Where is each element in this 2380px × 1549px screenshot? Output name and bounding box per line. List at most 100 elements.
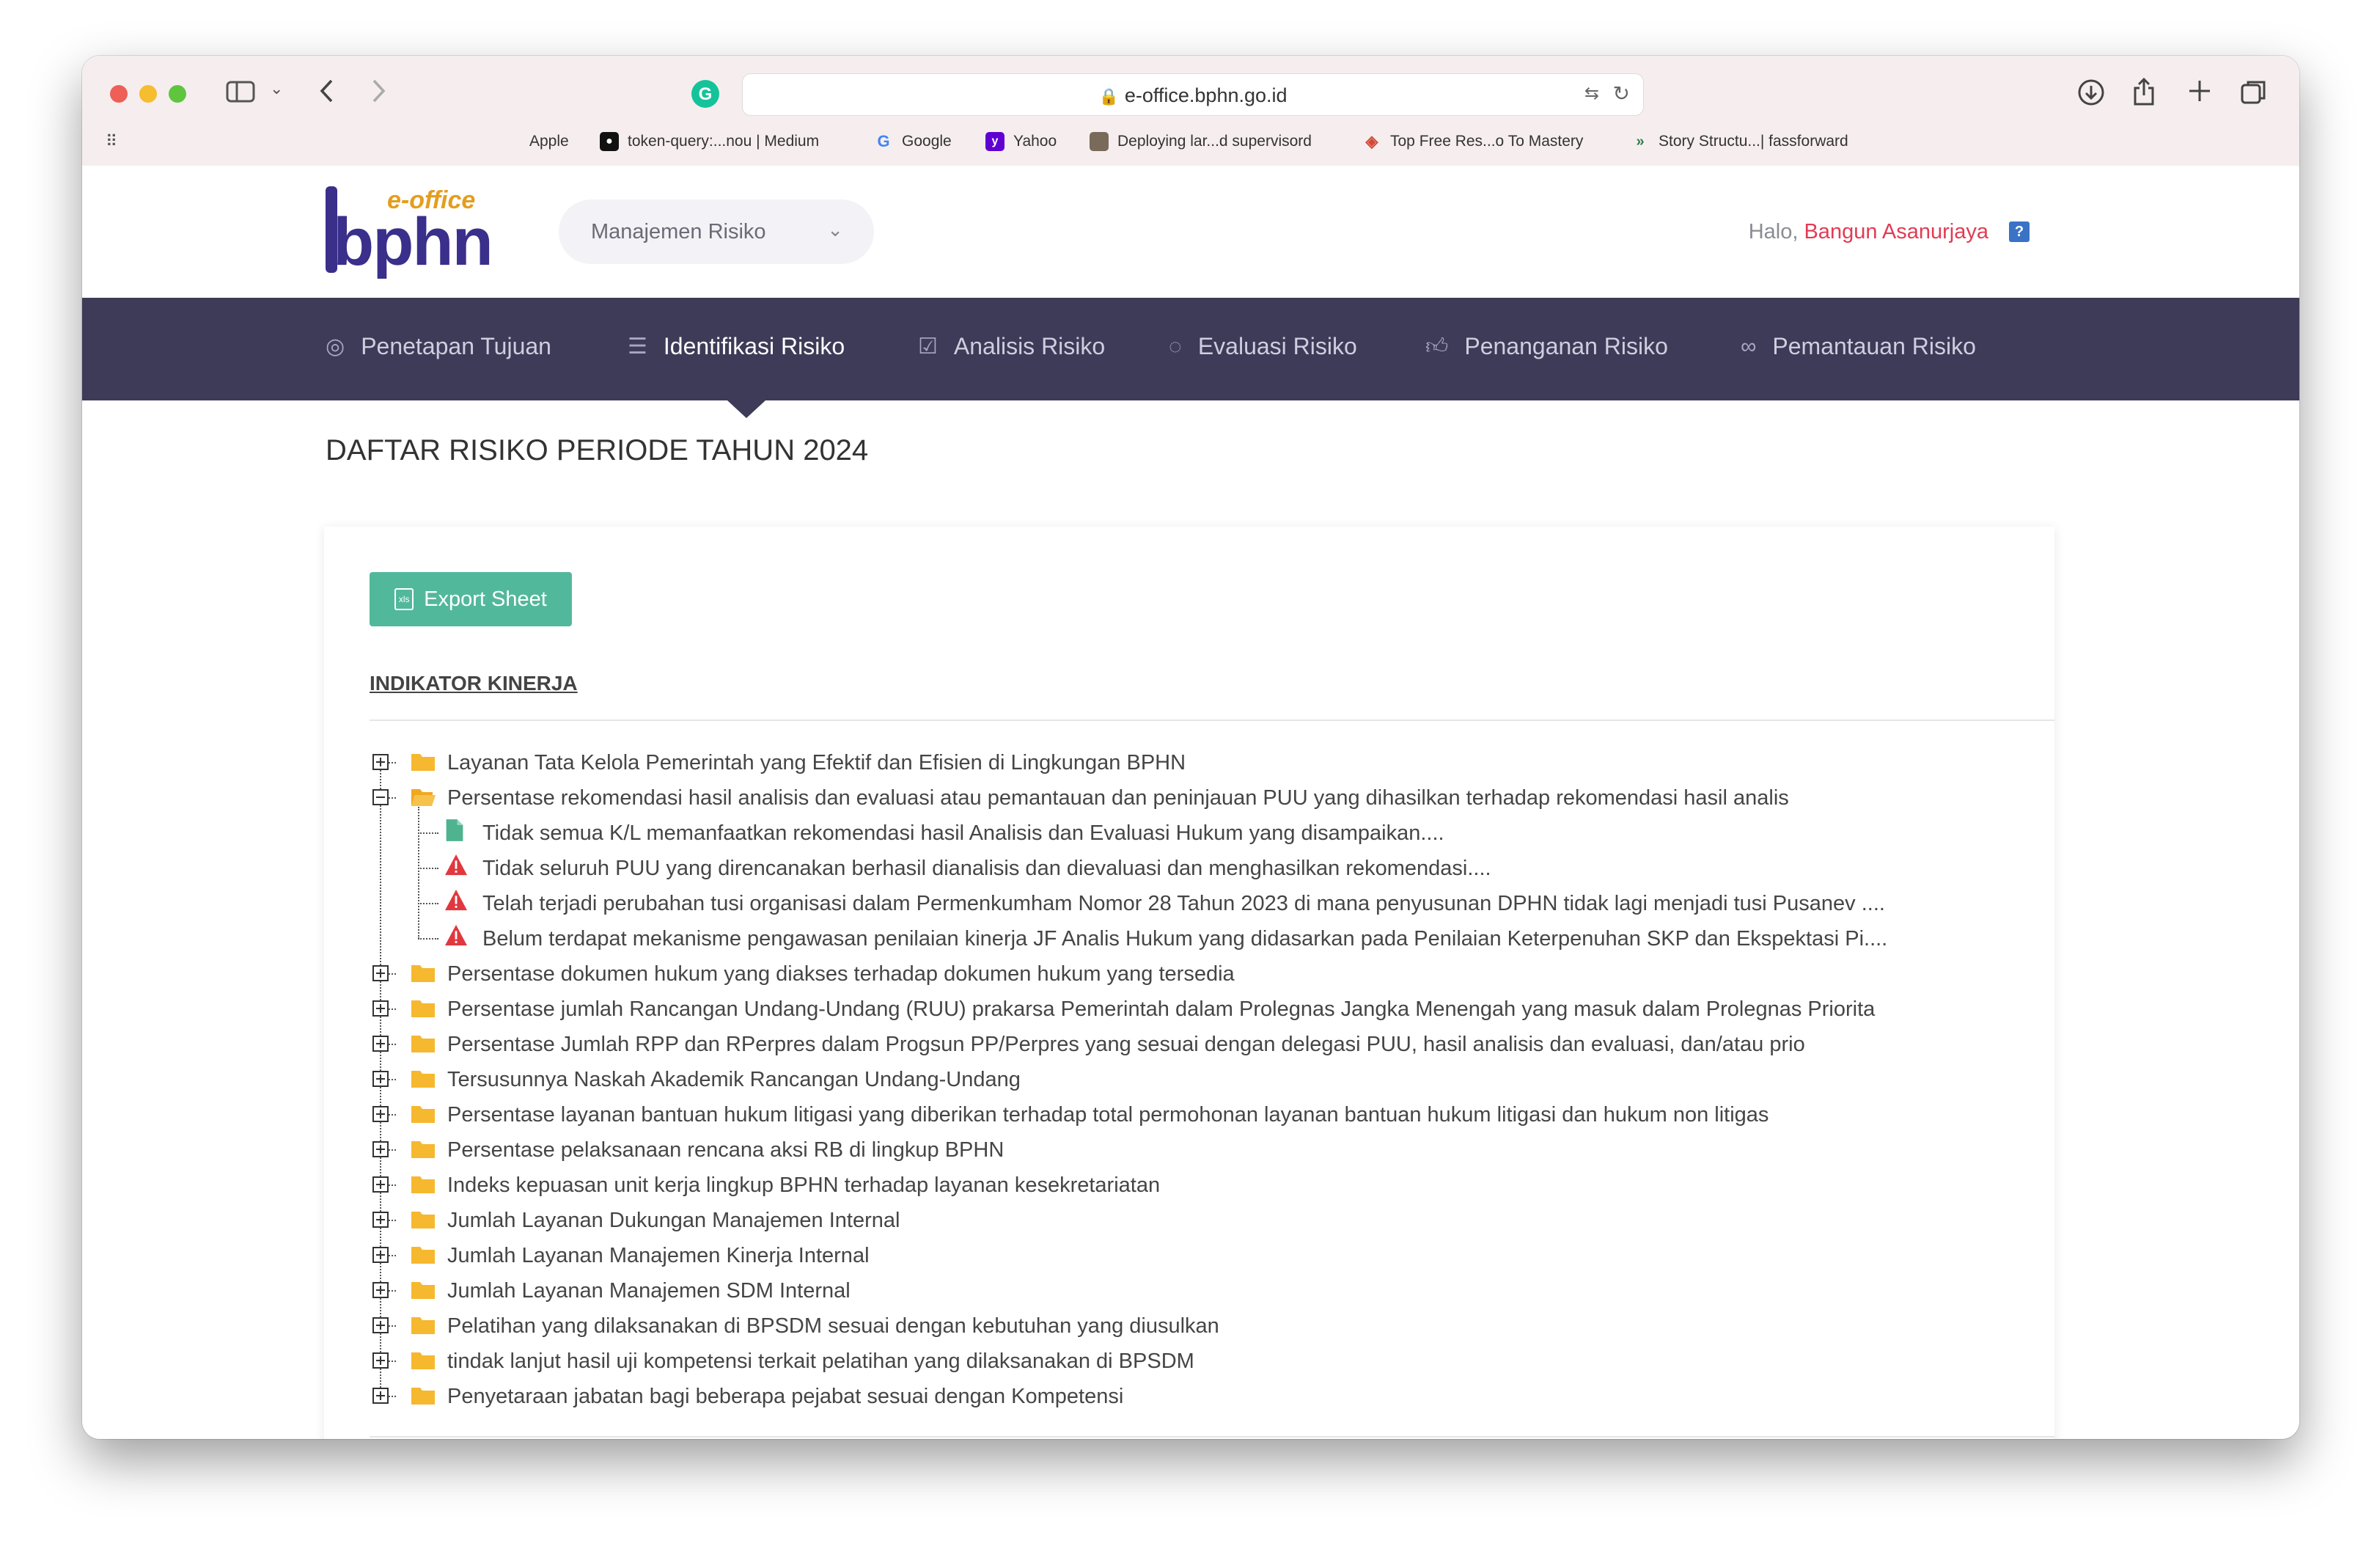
- tree-node[interactable]: Tersusunnya Naskah Akademik Rancangan Un…: [368, 1062, 2025, 1097]
- expand-toggle-icon[interactable]: [372, 1071, 389, 1087]
- tree-node[interactable]: Persentase Jumlah RPP dan RPerpres dalam…: [368, 1027, 2025, 1062]
- close-window-button[interactable]: [110, 85, 128, 103]
- expand-toggle-icon[interactable]: [372, 1141, 389, 1157]
- expand-toggle-icon[interactable]: [372, 1247, 389, 1263]
- tree-node-label: Jumlah Layanan Manajemen SDM Internal: [447, 1279, 851, 1303]
- expand-toggle-icon[interactable]: [372, 1282, 389, 1298]
- zoom-window-button[interactable]: [169, 85, 186, 103]
- bookmark-item[interactable]: Deploying lar...d supervisord: [1090, 132, 1312, 151]
- bookmark-item[interactable]: ● token-query:...nou | Medium: [600, 132, 819, 151]
- expand-toggle-icon[interactable]: [372, 1176, 389, 1193]
- tree-node[interactable]: Persentase rekomendasi hasil analisis da…: [368, 780, 2025, 816]
- tree-node[interactable]: Layanan Tata Kelola Pemerintah yang Efek…: [368, 745, 2025, 780]
- tab-pemantauan-risiko[interactable]: ∞ Pemantauan Risiko: [1741, 333, 1976, 360]
- bookmark-item[interactable]: » Story Structu...| fassforward: [1631, 132, 1848, 151]
- warning-icon: [444, 924, 468, 951]
- module-select[interactable]: Manajemen Risiko ⌄: [559, 199, 874, 264]
- target-icon: ◎: [326, 334, 345, 359]
- tree-node[interactable]: Penyetaraan jabatan bagi beberapa pejaba…: [368, 1379, 2025, 1414]
- active-tab-indicator: [727, 400, 765, 418]
- chevron-down-icon: ⌄: [827, 219, 843, 241]
- tree-node[interactable]: Persentase dokumen hukum yang diakses te…: [368, 956, 2025, 992]
- downloads-icon[interactable]: [2076, 78, 2106, 111]
- expand-toggle-icon[interactable]: [372, 1036, 389, 1052]
- list-check-icon: ☰: [628, 334, 647, 359]
- tree-node-label: Persentase rekomendasi hasil analisis da…: [447, 786, 1789, 810]
- tree-node-label: Jumlah Layanan Dukungan Manajemen Intern…: [447, 1209, 900, 1232]
- tab-evaluasi-risiko[interactable]: ◌ Evaluasi Risiko: [1169, 333, 1357, 360]
- tree-node[interactable]: Jumlah Layanan Manajemen SDM Internal: [368, 1273, 2025, 1308]
- tree-node-label: tindak lanjut hasil uji kompetensi terka…: [447, 1350, 1194, 1373]
- tree-leaf-label: Tidak seluruh PUU yang direncanakan berh…: [482, 857, 1491, 880]
- address-bar[interactable]: 🔒 e-office.bphn.go.id ⇆ ↻: [742, 73, 1644, 116]
- tab-analisis-risiko[interactable]: ☑ Analisis Risiko: [918, 333, 1105, 360]
- forward-icon[interactable]: [370, 78, 387, 109]
- collapse-toggle-icon[interactable]: [372, 789, 389, 805]
- expand-toggle-icon[interactable]: [372, 754, 389, 770]
- tree-node[interactable]: Jumlah Layanan Manajemen Kinerja Interna…: [368, 1238, 2025, 1273]
- tree-node[interactable]: Jumlah Layanan Dukungan Manajemen Intern…: [368, 1203, 2025, 1238]
- apple-icon: [502, 132, 521, 151]
- tree-leaf[interactable]: Telah terjadi perubahan tusi organisasi …: [368, 886, 2025, 921]
- tree-node[interactable]: Persentase jumlah Rancangan Undang-Undan…: [368, 992, 2025, 1027]
- folder-icon: [411, 1173, 436, 1194]
- tree-leaf[interactable]: Tidak semua K/L memanfaatkan rekomendasi…: [368, 816, 2025, 851]
- grammarly-icon[interactable]: G: [691, 79, 720, 113]
- tree-node-label: Persentase pelaksanaan rencana aksi RB d…: [447, 1138, 1004, 1162]
- help-icon[interactable]: ?: [2009, 221, 2030, 242]
- tree-node-label: Tersusunnya Naskah Akademik Rancangan Un…: [447, 1068, 1021, 1091]
- apps-grid-icon[interactable]: ⠿: [106, 133, 117, 150]
- tab-penetapan-tujuan[interactable]: ◎ Penetapan Tujuan: [326, 333, 551, 360]
- tree-leaf-label: Telah terjadi perubahan tusi organisasi …: [482, 892, 1885, 915]
- circle-notch-icon: ◌: [1169, 334, 1182, 359]
- tree-node[interactable]: Persentase layanan bantuan hukum litigas…: [368, 1097, 2025, 1132]
- tree-node[interactable]: Indeks kepuasan unit kerja lingkup BPHN …: [368, 1168, 2025, 1203]
- logo-main-text: bphn: [333, 205, 493, 279]
- new-tab-icon[interactable]: [2186, 78, 2213, 109]
- tree-leaf[interactable]: Tidak seluruh PUU yang direncanakan berh…: [368, 851, 2025, 886]
- browser-window: ⌄ G 🔒 e-office.bphn.go.id ⇆ ↻ ⠿ Apple ● …: [82, 56, 2299, 1439]
- tree-node-label: Jumlah Layanan Manajemen Kinerja Interna…: [447, 1244, 870, 1267]
- risk-list-card: xls Export Sheet INDIKATOR KINERJA Layana…: [324, 527, 2054, 1439]
- expand-toggle-icon[interactable]: [372, 1106, 389, 1122]
- tab-overview-icon[interactable]: [2239, 78, 2269, 111]
- translate-icon[interactable]: ⇆: [1584, 83, 1599, 104]
- tree-node[interactable]: tindak lanjut hasil uji kompetensi terka…: [368, 1344, 2025, 1379]
- tab-identifikasi-risiko[interactable]: ☰ Identifikasi Risiko: [628, 333, 845, 360]
- expand-toggle-icon[interactable]: [372, 1388, 389, 1404]
- folder-icon: [411, 1350, 436, 1370]
- share-icon[interactable]: [2131, 76, 2157, 111]
- tree-node-label: Persentase dokumen hukum yang diakses te…: [447, 962, 1235, 986]
- folder-icon: [411, 1314, 436, 1335]
- user-name[interactable]: Bangun Asanurjaya: [1804, 220, 1988, 243]
- bookmark-item[interactable]: G Google: [874, 132, 951, 151]
- binoculars-icon: ∞: [1741, 334, 1757, 359]
- expand-toggle-icon[interactable]: [372, 1000, 389, 1017]
- spreadsheet-icon: xls: [394, 588, 414, 610]
- sidebar-toggle-icon[interactable]: [226, 79, 255, 109]
- thumbs-up-icon: 👍︎: [1425, 334, 1449, 359]
- export-sheet-button[interactable]: xls Export Sheet: [370, 572, 572, 626]
- tree-node[interactable]: Pelatihan yang dilaksanakan di BPSDM ses…: [368, 1308, 2025, 1344]
- back-icon[interactable]: [318, 78, 336, 109]
- tree-node-label: Persentase Jumlah RPP dan RPerpres dalam…: [447, 1033, 1805, 1056]
- expand-toggle-icon[interactable]: [372, 1212, 389, 1228]
- bookmark-item[interactable]: Apple: [502, 132, 569, 151]
- chevron-down-icon[interactable]: ⌄: [270, 81, 283, 97]
- tree-node[interactable]: Persentase pelaksanaan rencana aksi RB d…: [368, 1132, 2025, 1168]
- user-greeting: Halo, Bangun Asanurjaya: [1748, 220, 1988, 243]
- warning-icon: [444, 889, 468, 915]
- expand-toggle-icon[interactable]: [372, 1317, 389, 1333]
- bookmark-item[interactable]: y Yahoo: [985, 132, 1057, 151]
- bookmark-item[interactable]: ◈ Top Free Res...o To Mastery: [1362, 132, 1584, 151]
- tab-penanganan-risiko[interactable]: 👍︎ Penanganan Risiko: [1425, 333, 1668, 360]
- divider: [370, 1436, 2054, 1438]
- folder-icon: [411, 1068, 436, 1088]
- expand-toggle-icon[interactable]: [372, 1352, 389, 1369]
- medium-icon: ●: [600, 132, 619, 151]
- reload-icon[interactable]: ↻: [1613, 81, 1630, 106]
- tree-leaf[interactable]: Belum terdapat mekanisme pengawasan peni…: [368, 921, 2025, 956]
- expand-toggle-icon[interactable]: [372, 965, 389, 981]
- minimize-window-button[interactable]: [139, 85, 157, 103]
- folder-icon: [411, 1385, 436, 1405]
